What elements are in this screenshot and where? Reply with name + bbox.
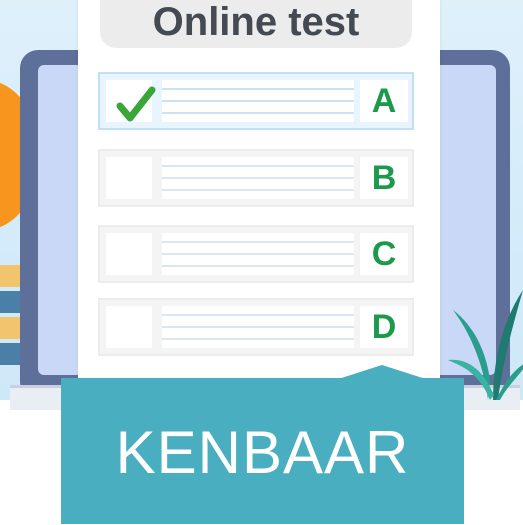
answer-text-lines (162, 306, 354, 348)
page-title: Online test (152, 0, 360, 44)
checkmark-icon (116, 86, 156, 122)
answer-letter-box: A (360, 80, 408, 122)
answer-letter: D (371, 308, 397, 346)
answer-option-a[interactable]: A (98, 72, 414, 130)
answer-option-d[interactable]: D (98, 298, 414, 356)
answer-checkbox[interactable] (106, 80, 156, 122)
illustration: Online test A B C D KENBAAR (0, 0, 523, 525)
answer-letter: B (371, 159, 397, 197)
caption-text: KENBAAR (115, 419, 410, 486)
answer-letter: A (371, 82, 397, 120)
answer-text-lines (162, 157, 354, 199)
answer-option-b[interactable]: B (98, 149, 414, 207)
answer-text-lines (162, 233, 354, 275)
answer-letter: C (371, 235, 397, 273)
answer-option-c[interactable]: C (98, 225, 414, 283)
answer-text-lines (162, 80, 354, 122)
answer-letter-box: D (360, 306, 408, 348)
answer-checkbox[interactable] (106, 157, 152, 199)
answer-checkbox[interactable] (106, 306, 152, 348)
answer-letter-box: C (360, 233, 408, 275)
answer-checkbox[interactable] (106, 233, 152, 275)
answer-letter-box: B (360, 157, 408, 199)
